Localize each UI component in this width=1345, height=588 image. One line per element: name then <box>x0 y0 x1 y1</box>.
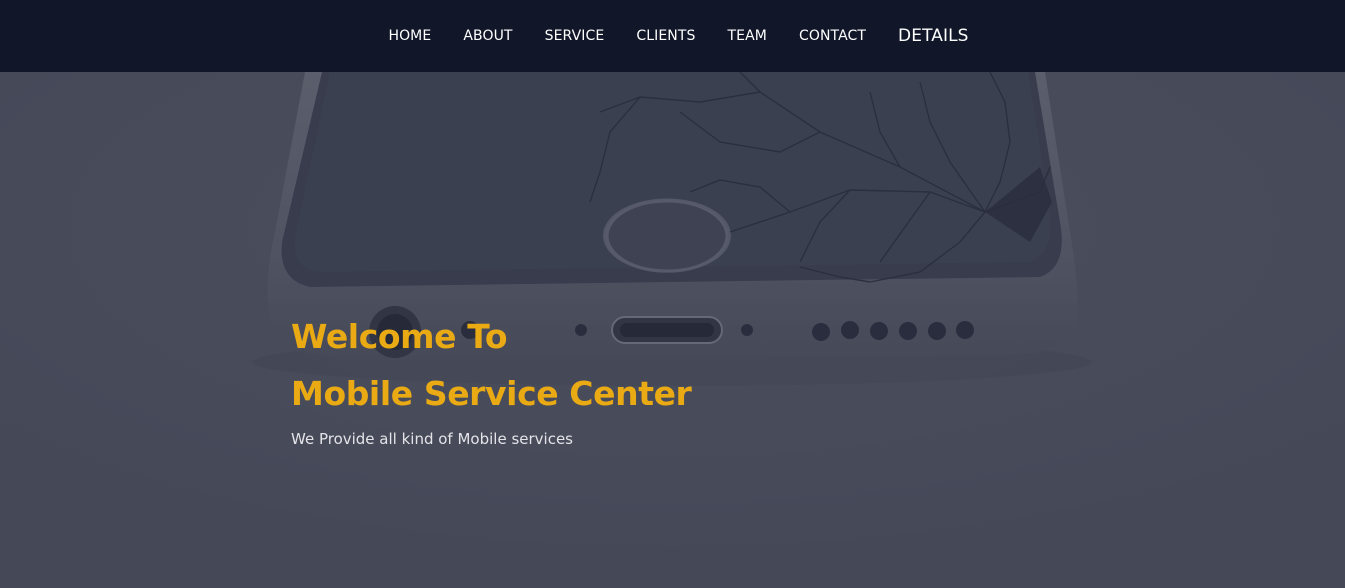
top-navbar: HOME ABOUT SERVICE CLIENTS TEAM CONTACT … <box>0 0 1345 72</box>
hero-title-line1: Welcome To <box>291 317 508 356</box>
nav-item-about[interactable]: ABOUT <box>463 28 512 44</box>
nav-item-details[interactable]: DETAILS <box>898 26 969 46</box>
hero-subtitle: We Provide all kind of Mobile services <box>291 430 573 448</box>
nav-item-home[interactable]: HOME <box>388 28 431 44</box>
nav-item-team[interactable]: TEAM <box>727 28 766 44</box>
hero-title-line2: Mobile Service Center <box>291 374 692 413</box>
nav-menu: HOME ABOUT SERVICE CLIENTS TEAM CONTACT … <box>0 0 1345 72</box>
hero-text-block: Welcome To Mobile Service Center We Prov… <box>291 308 692 448</box>
nav-item-service[interactable]: SERVICE <box>545 28 605 44</box>
hero-section: Welcome To Mobile Service Center We Prov… <box>0 72 1345 588</box>
nav-item-clients[interactable]: CLIENTS <box>636 28 695 44</box>
nav-item-contact[interactable]: CONTACT <box>799 28 866 44</box>
